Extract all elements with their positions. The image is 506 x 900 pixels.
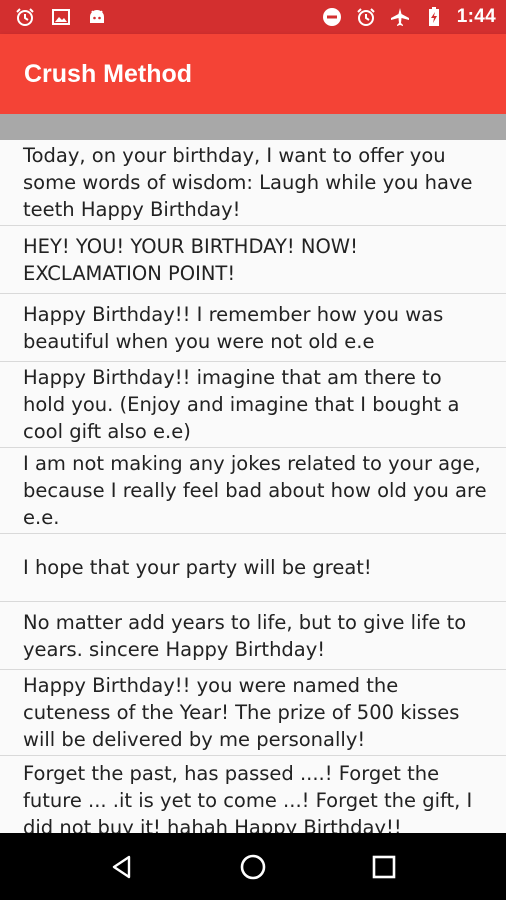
recents-button[interactable] [360, 843, 408, 891]
message-text: I hope that your party will be great! [23, 556, 372, 579]
image-icon [50, 6, 72, 28]
message-text: I am not making any jokes related to you… [23, 452, 487, 529]
message-text: HEY! YOU! YOUR BIRTHDAY! NOW! EXCLAMATIO… [23, 234, 358, 285]
list-item[interactable]: No matter add years to life, but to give… [0, 602, 506, 670]
list-item[interactable]: Happy Birthday!! you were named the cute… [0, 670, 506, 756]
list-item[interactable]: HEY! YOU! YOUR BIRTHDAY! NOW! EXCLAMATIO… [0, 226, 506, 294]
message-text: Happy Birthday!! I remember how you was … [23, 302, 444, 353]
alarm-clock-icon [14, 6, 36, 28]
app-title: Crush Method [24, 59, 193, 88]
message-text: No matter add years to life, but to give… [23, 610, 467, 661]
alarm-icon [355, 6, 377, 28]
list-item[interactable]: Happy Birthday!! imagine that am there t… [0, 362, 506, 448]
message-text: Happy Birthday!! you were named the cute… [23, 674, 460, 751]
list-item[interactable]: Forget the past, has passed ....! Forget… [0, 756, 506, 833]
recents-icon [373, 855, 396, 878]
battery-charging-icon [423, 6, 445, 28]
message-text: Forget the past, has passed ....! Forget… [23, 762, 473, 833]
list-item[interactable]: Happy Birthday!! I remember how you was … [0, 294, 506, 362]
back-icon [112, 855, 130, 878]
airplane-mode-icon [389, 6, 411, 28]
status-bar: 1:44 [0, 0, 506, 34]
back-button[interactable] [98, 843, 146, 891]
message-text: Happy Birthday!! imagine that am there t… [23, 366, 460, 443]
home-icon [240, 854, 266, 879]
navigation-bar [0, 833, 506, 900]
do-not-disturb-icon [321, 6, 343, 28]
status-time: 1:44 [456, 6, 496, 27]
app-bar: Crush Method [0, 34, 506, 114]
status-left-icons [14, 6, 108, 28]
message-list[interactable]: Today, on your birthday, I want to offer… [0, 140, 506, 833]
home-button[interactable] [229, 843, 277, 891]
status-right-icons: 1:44 [321, 6, 496, 28]
banner-area [0, 114, 506, 140]
list-item[interactable]: I hope that your party will be great! [0, 534, 506, 602]
message-text: Today, on your birthday, I want to offer… [23, 144, 473, 221]
list-item[interactable]: Today, on your birthday, I want to offer… [0, 140, 506, 226]
list-item[interactable]: I am not making any jokes related to you… [0, 448, 506, 534]
android-icon [86, 6, 108, 28]
